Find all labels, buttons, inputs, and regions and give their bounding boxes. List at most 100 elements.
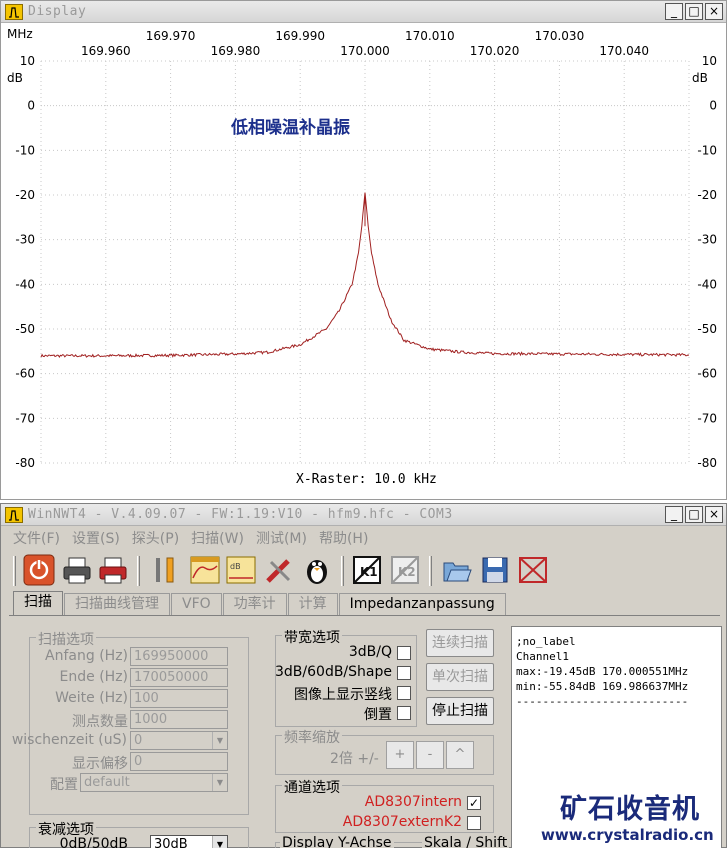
spectrum-plot[interactable]: 10 10 0 0 -10 -10 -20 -20 -30 -30 -40 -40 -50 -50 -60 -… <box>1 23 726 499</box>
stop-sweep-button[interactable]: 停止扫描 <box>426 697 494 725</box>
save-icon[interactable] <box>479 554 511 586</box>
tab-sweep[interactable]: 扫描 <box>13 591 63 615</box>
step-width-input[interactable]: 100 <box>130 689 228 708</box>
db-window-icon[interactable]: dB <box>225 554 257 586</box>
y-tick-label-left: -70 <box>15 411 35 425</box>
open-folder-icon[interactable] <box>441 554 473 586</box>
bw-invert-row[interactable]: 倒置 <box>276 704 414 723</box>
y-tick-label-right: -20 <box>697 188 717 202</box>
channel-intern-row[interactable]: AD8307intern ✓ <box>276 794 484 812</box>
frequency-zoom-group: 频率缩放 2倍 +/- + - ^ <box>275 727 494 775</box>
tab-calculate[interactable]: 计算 <box>287 593 338 615</box>
channel-extern-row[interactable]: AD8307externK2 <box>276 814 484 832</box>
tab-impedance-matching[interactable]: Impedanzanpassung <box>338 593 506 615</box>
power-icon[interactable] <box>23 554 55 586</box>
tab-vfo[interactable]: VFO <box>171 593 222 615</box>
zoom-center-button[interactable]: ^ <box>446 741 474 769</box>
start-freq-row: Anfang (Hz) 169950000 <box>30 647 248 667</box>
x-tick-label-lower: 170.000 <box>340 44 390 58</box>
print-icon[interactable] <box>61 554 93 586</box>
config-select[interactable]: default ▼ <box>80 773 228 792</box>
delay-select[interactable]: 0 ▼ <box>130 731 228 750</box>
bw-shape-label: 3dB/60dB/Shape <box>275 664 392 680</box>
marker-icon[interactable] <box>517 554 549 586</box>
bw-3db-q-checkbox[interactable] <box>397 646 411 660</box>
linux-penguin-icon[interactable] <box>301 554 333 586</box>
attenuation-group: 衰减选项 0dB/50dB 30dB ▼ <box>29 819 249 848</box>
bw-vline-checkbox[interactable] <box>397 686 411 700</box>
step-width-label: Weite (Hz) <box>55 690 128 706</box>
maximize-button[interactable]: □ <box>685 506 703 523</box>
channel-intern-checkbox[interactable]: ✓ <box>467 796 481 810</box>
wrench-icon[interactable] <box>149 554 181 586</box>
single-sweep-button[interactable]: 单次扫描 <box>426 663 494 691</box>
bw-shape-checkbox[interactable] <box>397 666 411 680</box>
chevron-down-icon[interactable]: ▼ <box>212 774 227 791</box>
chevron-down-icon[interactable]: ▼ <box>212 732 227 749</box>
x-tick-label-lower: 170.040 <box>599 44 649 58</box>
chevron-down-icon[interactable]: ▼ <box>212 836 227 848</box>
svg-text:K1: K1 <box>360 565 378 579</box>
y-tick-label-left: 0 <box>27 99 35 113</box>
end-freq-input[interactable]: 170050000 <box>130 668 228 687</box>
start-freq-label: Anfang (Hz) <box>45 648 128 664</box>
display-offset-label: 显示偏移 <box>72 756 128 772</box>
watermark-url: www.crystalradio.cn <box>541 826 714 844</box>
y-tick-label-right: 10 <box>702 54 717 68</box>
y-tick-label-right: -30 <box>697 233 717 247</box>
db-unit-label-right: dB <box>692 71 708 85</box>
zoom-plus-button[interactable]: + <box>386 741 414 769</box>
main-titlebar[interactable]: WinNWT4 - V.4.09.07 - FW:1.19:V10 - hfm9… <box>1 504 726 526</box>
maximize-button[interactable]: □ <box>685 3 703 20</box>
zoom-minus-button[interactable]: - <box>416 741 444 769</box>
continuous-sweep-button[interactable]: 连续扫描 <box>426 629 494 657</box>
svg-text:dB: dB <box>230 562 241 571</box>
bw-vline-row[interactable]: 图像上显示竖线 <box>276 684 414 703</box>
menu-file[interactable]: 文件(F) <box>13 528 60 550</box>
y-tick-label-left: -80 <box>15 456 35 470</box>
sweep-options-title: 扫描选项 <box>36 629 96 649</box>
y-tick-label-left: -10 <box>15 143 35 157</box>
k1-icon[interactable]: K1 <box>351 554 383 586</box>
display-offset-input[interactable]: 0 <box>130 752 228 771</box>
end-freq-row: Ende (Hz) 170050000 <box>30 668 248 688</box>
print-color-icon[interactable] <box>97 554 129 586</box>
k2-icon[interactable]: K2 <box>389 554 421 586</box>
tab-strip: 扫描 扫描曲线管理 VFO 功率计 计算 Impedanzanpassung <box>13 591 507 615</box>
bw-invert-label: 倒置 <box>364 707 392 723</box>
menu-sweep[interactable]: 扫描(W) <box>191 528 244 550</box>
y-tick-label-left: -30 <box>15 233 35 247</box>
menu-test[interactable]: 测试(M) <box>256 528 307 550</box>
bw-invert-checkbox[interactable] <box>397 706 411 720</box>
bw-3db-q-row[interactable]: 3dB/Q <box>276 644 414 662</box>
menu-help[interactable]: 帮助(H) <box>319 528 368 550</box>
x-tick-label-lower: 169.960 <box>81 44 131 58</box>
start-freq-input[interactable]: 169950000 <box>130 647 228 666</box>
bw-shape-row[interactable]: 3dB/60dB/Shape <box>275 664 414 682</box>
minimize-button[interactable]: _ <box>665 506 683 523</box>
close-button[interactable]: × <box>705 3 723 20</box>
x-tick-label-upper: 169.970 <box>146 29 196 43</box>
app-icon <box>5 4 23 20</box>
menu-settings[interactable]: 设置(S) <box>72 528 120 550</box>
close-button[interactable]: × <box>705 506 723 523</box>
tab-sweep-curve-manager[interactable]: 扫描曲线管理 <box>64 593 170 615</box>
db-unit-label-left: dB <box>7 71 23 85</box>
y-tick-label-left: -20 <box>15 188 35 202</box>
result-line: max:-19.45dB 170.000551MHz <box>516 665 689 678</box>
menu-probe[interactable]: 探头(P) <box>132 528 179 550</box>
minimize-button[interactable]: _ <box>665 3 683 20</box>
channel-extern-checkbox[interactable] <box>467 816 481 830</box>
end-freq-label: Ende (Hz) <box>59 669 128 685</box>
points-input[interactable]: 1000 <box>130 710 228 729</box>
curve-window-icon[interactable] <box>189 554 221 586</box>
attenuation-select[interactable]: 30dB ▼ <box>150 835 228 848</box>
skala-shift-title: Skala / Shift <box>422 835 510 848</box>
menu-bar: 文件(F) 设置(S) 探头(P) 扫描(W) 测试(M) 帮助(H) <box>1 528 726 550</box>
tab-power-meter[interactable]: 功率计 <box>222 593 287 615</box>
tools-icon[interactable] <box>263 554 295 586</box>
display-titlebar[interactable]: Display _ □ × <box>1 1 726 23</box>
bw-vline-label: 图像上显示竖线 <box>294 687 392 703</box>
delay-row: wischenzeit (uS) 0 ▼ <box>12 731 248 751</box>
x-tick-label-lower: 170.020 <box>470 44 520 58</box>
